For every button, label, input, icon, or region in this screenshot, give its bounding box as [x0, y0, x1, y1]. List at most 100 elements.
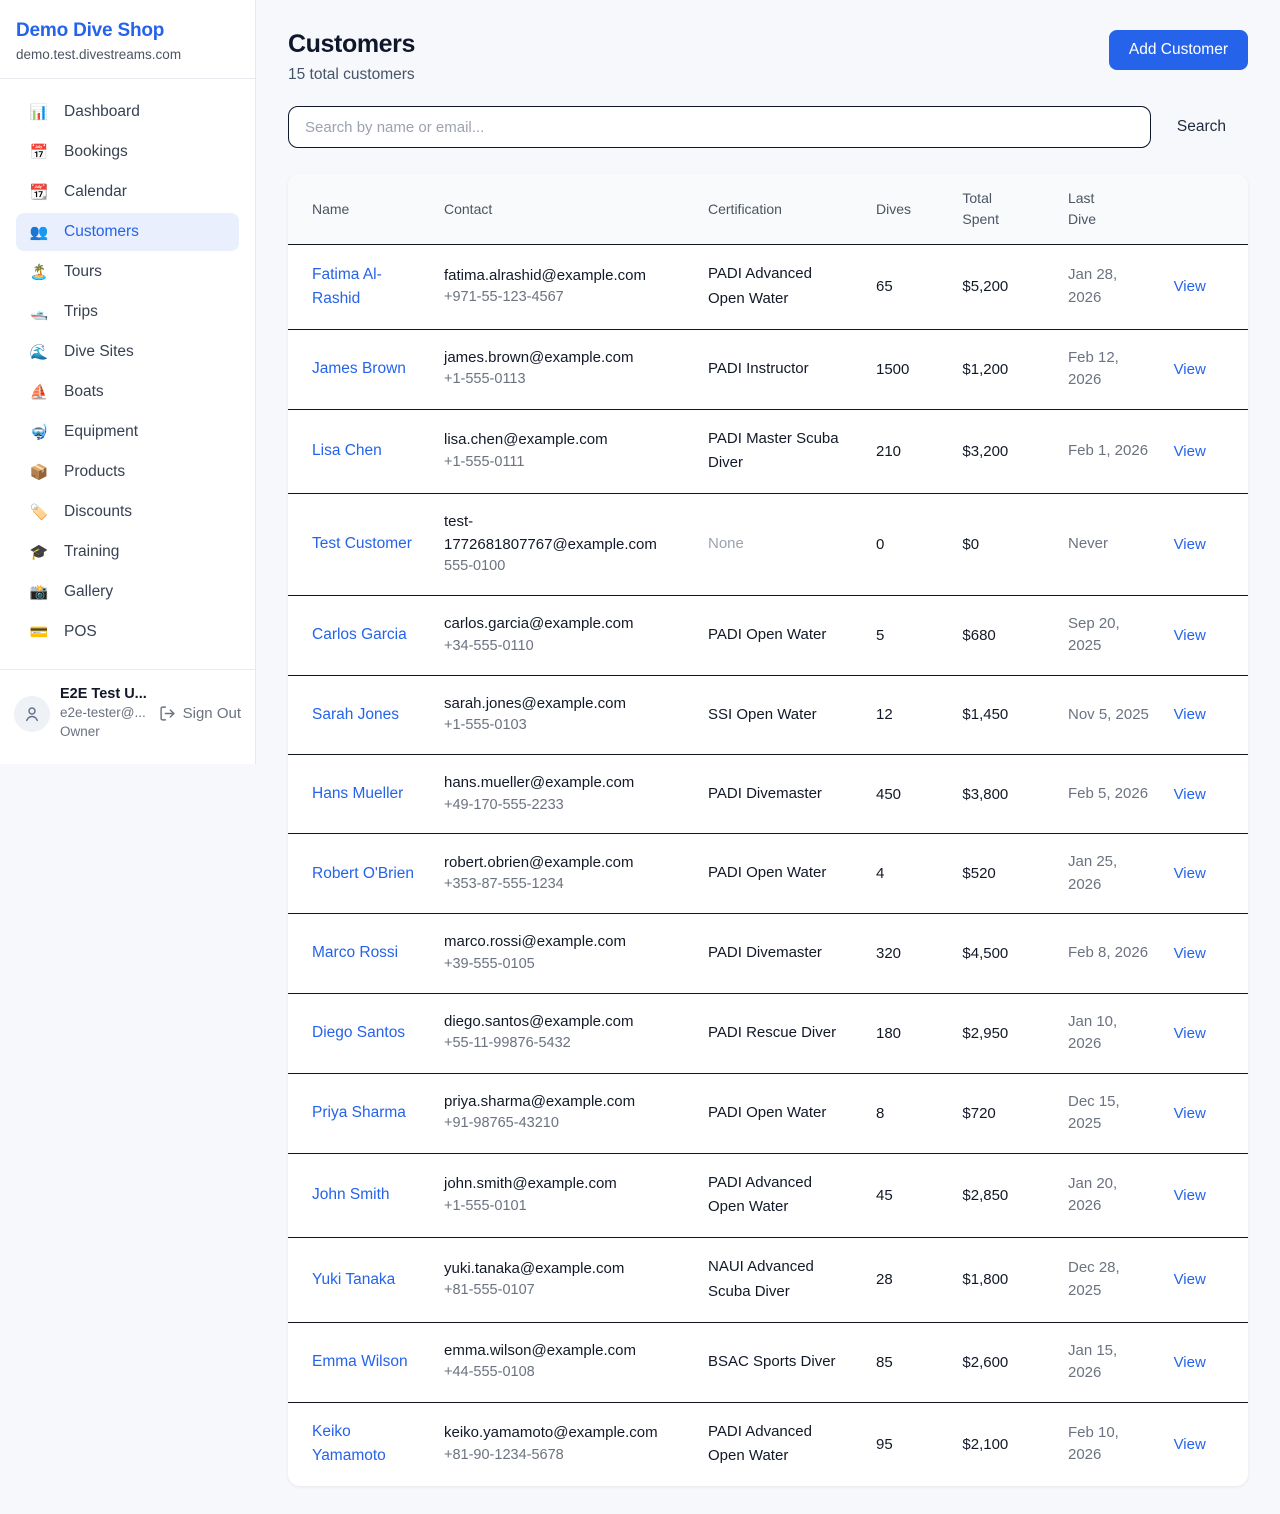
- customer-name-link[interactable]: Diego Santos: [312, 1024, 405, 1041]
- view-link[interactable]: View: [1174, 1436, 1206, 1453]
- sidebar-item-dive-sites[interactable]: 🌊 Dive Sites: [16, 333, 239, 371]
- sidebar-item-products[interactable]: 📦 Products: [16, 453, 239, 491]
- customer-certification: PADI Rescue Diver: [696, 993, 864, 1073]
- view-link[interactable]: View: [1174, 1105, 1206, 1122]
- customer-name-link[interactable]: Emma Wilson: [312, 1353, 408, 1370]
- sign-out-button[interactable]: Sign Out: [159, 705, 241, 722]
- customer-name-link[interactable]: Yuki Tanaka: [312, 1271, 395, 1288]
- sidebar-item-pos[interactable]: 💳 POS: [16, 613, 239, 651]
- customer-name-link[interactable]: Fatima Al-Rashid: [312, 266, 382, 307]
- customer-dives: 95: [864, 1402, 950, 1486]
- view-link[interactable]: View: [1174, 536, 1206, 553]
- bookings-calendar-icon: 📅: [28, 143, 50, 161]
- sidebar-item-boats[interactable]: ⛵ Boats: [16, 373, 239, 411]
- sign-out-label: Sign Out: [183, 705, 241, 722]
- customer-name-link[interactable]: John Smith: [312, 1186, 390, 1203]
- view-link[interactable]: View: [1174, 278, 1206, 295]
- table-row: John Smith john.smith@example.com +1-555…: [288, 1153, 1248, 1238]
- customer-dives: 8: [864, 1073, 950, 1153]
- customer-dives: 320: [864, 914, 950, 993]
- sidebar-item-dashboard[interactable]: 📊 Dashboard: [16, 93, 239, 131]
- bar-chart-icon: 📊: [28, 103, 50, 121]
- tag-icon: 🏷️: [28, 503, 50, 521]
- customer-email: diego.santos@example.com: [444, 1011, 684, 1034]
- customer-last-dive: Jan 28, 2026: [1056, 245, 1162, 330]
- customer-email: priya.sharma@example.com: [444, 1091, 684, 1114]
- customer-last-dive: Feb 5, 2026: [1056, 755, 1162, 834]
- customer-name-link[interactable]: Robert O'Brien: [312, 865, 414, 882]
- customer-last-dive: Jan 20, 2026: [1056, 1153, 1162, 1238]
- customer-name-link[interactable]: James Brown: [312, 360, 406, 377]
- sidebar-item-training[interactable]: 🎓 Training: [16, 533, 239, 571]
- customer-phone: +55-11-99876-5432: [444, 1033, 684, 1055]
- search-button[interactable]: Search: [1151, 118, 1248, 136]
- view-link[interactable]: View: [1174, 1271, 1206, 1288]
- customer-dives: 0: [864, 494, 950, 596]
- customer-name-link[interactable]: Sarah Jones: [312, 706, 399, 723]
- sidebar-item-gallery[interactable]: 📸 Gallery: [16, 573, 239, 611]
- customer-name-link[interactable]: Carlos Garcia: [312, 626, 407, 643]
- customer-name-link[interactable]: Keiko Yamamoto: [312, 1423, 386, 1464]
- customer-phone: 555-0100: [444, 556, 684, 578]
- column-header-certification: Certification: [696, 174, 864, 245]
- customer-total-spent: $680: [950, 595, 1056, 675]
- customer-last-dive: Feb 8, 2026: [1056, 914, 1162, 993]
- sidebar-item-bookings[interactable]: 📅 Bookings: [16, 133, 239, 171]
- customer-total-spent: $2,100: [950, 1402, 1056, 1486]
- customer-email: robert.obrien@example.com: [444, 852, 684, 875]
- customers-icon: 👥: [28, 223, 50, 241]
- customer-email: marco.rossi@example.com: [444, 931, 684, 954]
- customer-email: fatima.alrashid@example.com: [444, 265, 684, 288]
- customer-name-link[interactable]: Priya Sharma: [312, 1104, 406, 1121]
- add-customer-button[interactable]: Add Customer: [1109, 30, 1248, 70]
- view-link[interactable]: View: [1174, 443, 1206, 460]
- main-content: Customers 15 total customers Add Custome…: [256, 0, 1280, 1514]
- sidebar-item-customers[interactable]: 👥 Customers: [16, 213, 239, 251]
- shop-domain: demo.test.divestreams.com: [16, 47, 239, 62]
- customer-phone: +1-555-0101: [444, 1196, 684, 1218]
- search-input[interactable]: [288, 106, 1151, 148]
- customer-last-dive: Feb 12, 2026: [1056, 329, 1162, 409]
- sidebar-item-label: POS: [64, 623, 97, 641]
- customer-name-link[interactable]: Marco Rossi: [312, 944, 398, 961]
- view-link[interactable]: View: [1174, 865, 1206, 882]
- customer-name-link[interactable]: Lisa Chen: [312, 442, 382, 459]
- sidebar-item-equipment[interactable]: 🤿 Equipment: [16, 413, 239, 451]
- customer-total-spent: $1,800: [950, 1238, 1056, 1323]
- view-link[interactable]: View: [1174, 361, 1206, 378]
- sidebar-item-label: Trips: [64, 303, 98, 321]
- customer-total-spent: $3,200: [950, 409, 1056, 494]
- customer-total-spent: $3,800: [950, 755, 1056, 834]
- table-row: Hans Mueller hans.mueller@example.com +4…: [288, 755, 1248, 834]
- sidebar-item-label: Training: [64, 543, 119, 561]
- sidebar-item-calendar[interactable]: 📆 Calendar: [16, 173, 239, 211]
- sidebar-item-label: Dive Sites: [64, 343, 134, 361]
- sidebar-item-label: Bookings: [64, 143, 128, 161]
- customer-last-dive: Dec 28, 2025: [1056, 1238, 1162, 1323]
- sidebar-item-trips[interactable]: 🛥️ Trips: [16, 293, 239, 331]
- customer-certification: PADI Open Water: [696, 1073, 864, 1153]
- sidebar-item-label: Equipment: [64, 423, 138, 441]
- package-icon: 📦: [28, 463, 50, 481]
- customer-last-dive: Sep 20, 2025: [1056, 595, 1162, 675]
- view-link[interactable]: View: [1174, 706, 1206, 723]
- customer-name-link[interactable]: Test Customer: [312, 535, 412, 552]
- customer-certification: NAUI Advanced Scuba Diver: [696, 1238, 864, 1323]
- view-link[interactable]: View: [1174, 627, 1206, 644]
- customer-certification: SSI Open Water: [696, 675, 864, 754]
- view-link[interactable]: View: [1174, 1354, 1206, 1371]
- customer-total-spent: $720: [950, 1073, 1056, 1153]
- customer-dives: 210: [864, 409, 950, 494]
- customer-phone: +39-555-0105: [444, 954, 684, 976]
- sidebar-item-discounts[interactable]: 🏷️ Discounts: [16, 493, 239, 531]
- customer-name-link[interactable]: Hans Mueller: [312, 785, 403, 802]
- sidebar-item-tours[interactable]: 🏝️ Tours: [16, 253, 239, 291]
- total-customers-count: 15 total customers: [288, 66, 415, 84]
- view-link[interactable]: View: [1174, 1187, 1206, 1204]
- table-row: Priya Sharma priya.sharma@example.com +9…: [288, 1073, 1248, 1153]
- view-link[interactable]: View: [1174, 786, 1206, 803]
- view-link[interactable]: View: [1174, 1025, 1206, 1042]
- view-link[interactable]: View: [1174, 945, 1206, 962]
- customer-phone: +1-555-0111: [444, 452, 684, 474]
- customer-email: test-1772681807767@example.com: [444, 511, 684, 556]
